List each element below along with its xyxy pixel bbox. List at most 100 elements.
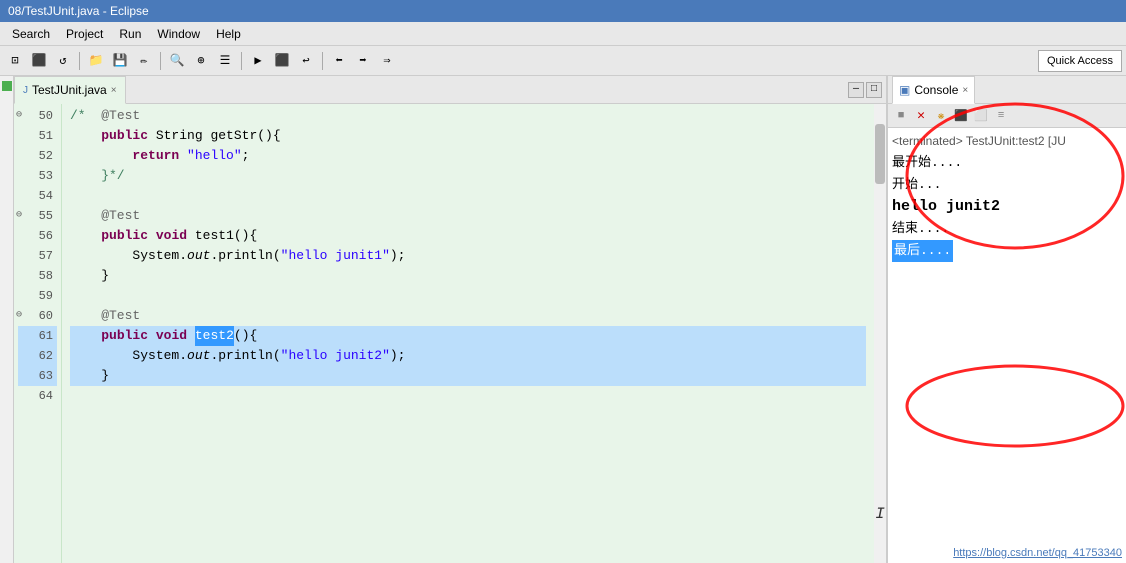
line-57: 57 <box>18 246 57 266</box>
console-text-highlighted: 最后.... <box>892 240 953 262</box>
line-62: 62 <box>18 346 57 366</box>
line-56: 56 <box>18 226 57 246</box>
toolbar-btn-6[interactable]: ✏ <box>133 50 155 72</box>
console-btn-clear[interactable]: ❋ <box>932 107 950 125</box>
menu-run[interactable]: Run <box>111 25 149 43</box>
code-line-56: public void test1(){ <box>70 226 866 246</box>
line-50: 50 <box>18 106 57 126</box>
console-line-5: 最后.... <box>892 240 1122 262</box>
code-line-62: System.out.println("hello junit2"); <box>70 346 866 366</box>
console-watermark: https://blog.csdn.net/qq_41753340 <box>953 547 1122 559</box>
console-text-3: hello junit2 <box>892 196 1000 218</box>
toolbar-sep-2 <box>160 52 161 70</box>
console-btn-menu[interactable]: ≡ <box>992 107 1010 125</box>
line-54: 54 <box>18 186 57 206</box>
code-line-59 <box>70 286 866 306</box>
console-btn-stop-bg[interactable]: ■ <box>892 107 910 125</box>
code-line-54 <box>70 186 866 206</box>
toolbar-btn-13[interactable]: ⬅ <box>328 50 350 72</box>
line-63: 63 <box>18 366 57 386</box>
toolbar-btn-8[interactable]: ⊕ <box>190 50 212 72</box>
toolbar-sep-1 <box>79 52 80 70</box>
console-line-4: 结束.... <box>892 218 1122 240</box>
code-line-58: } <box>70 266 866 286</box>
toolbar-btn-10[interactable]: ▶ <box>247 50 269 72</box>
console-tab-bar: ▣ Console × <box>888 76 1126 104</box>
toolbar-btn-15[interactable]: ⇒ <box>376 50 398 72</box>
code-area[interactable]: 50 51 52 53 54 55 56 57 58 59 60 61 62 6… <box>14 104 886 563</box>
code-line-53: }*/ <box>70 166 866 186</box>
line-53: 53 <box>18 166 57 186</box>
code-line-60: @Test <box>70 306 866 326</box>
code-line-50: /* @Test <box>70 106 866 126</box>
console-line-2: 开始... <box>892 174 1122 196</box>
editor-tab-bar: J TestJUnit.java × — □ <box>14 76 886 104</box>
toolbar: ⊡ ⬛ ↺ 📁 💾 ✏ 🔍 ⊕ ☰ ▶ ⬛ ↩ ⬅ ➡ ⇒ Quick Acce… <box>0 46 1126 76</box>
console-btn-copy[interactable]: ⬜ <box>972 107 990 125</box>
console-line-3: hello junit2 <box>892 196 1122 218</box>
quick-access-button[interactable]: Quick Access <box>1038 50 1122 72</box>
line-64: 64 <box>18 386 57 406</box>
editor-tab-label: TestJUnit.java <box>32 83 107 97</box>
toolbar-btn-4[interactable]: 📁 <box>85 50 107 72</box>
main-content: J TestJUnit.java × — □ 50 51 52 53 54 55… <box>0 76 1126 563</box>
editor-minimize-btn[interactable]: — <box>848 82 864 98</box>
toolbar-btn-12[interactable]: ↩ <box>295 50 317 72</box>
code-line-63: } <box>70 366 866 386</box>
line-52: 52 <box>18 146 57 166</box>
editor-panel: J TestJUnit.java × — □ 50 51 52 53 54 55… <box>14 76 886 563</box>
toolbar-btn-9[interactable]: ☰ <box>214 50 236 72</box>
cursor-indicator: I <box>875 505 885 523</box>
console-content: <terminated> TestJUnit:test2 [JU 最开始....… <box>888 128 1126 563</box>
toolbar-btn-7[interactable]: 🔍 <box>166 50 188 72</box>
console-panel: ▣ Console × ■ ✕ ❋ ⬛ ⬜ ≡ <terminated> Tes… <box>886 76 1126 563</box>
line-61: 61 <box>18 326 57 346</box>
console-line-terminated: <terminated> TestJUnit:test2 [JU <box>892 130 1122 152</box>
line-55: 55 <box>18 206 57 226</box>
console-btn-scroll[interactable]: ⬛ <box>952 107 970 125</box>
code-line-55: @Test <box>70 206 866 226</box>
console-line-1: 最开始.... <box>892 152 1122 174</box>
toolbar-btn-2[interactable]: ⬛ <box>28 50 50 72</box>
menu-window[interactable]: Window <box>149 25 208 43</box>
java-file-icon: J <box>23 85 28 96</box>
console-tab-icon: ▣ <box>899 83 910 97</box>
code-line-61: public void test2(){ <box>70 326 866 346</box>
code-line-64 <box>70 386 866 406</box>
editor-maximize-btn[interactable]: □ <box>866 82 882 98</box>
console-tab[interactable]: ▣ Console × <box>892 76 975 104</box>
line-58: 58 <box>18 266 57 286</box>
code-content[interactable]: /* @Test public String getStr(){ return … <box>62 104 874 563</box>
toolbar-btn-14[interactable]: ➡ <box>352 50 374 72</box>
console-text-2: 开始... <box>892 174 941 196</box>
toolbar-btn-11[interactable]: ⬛ <box>271 50 293 72</box>
code-line-52: return "hello"; <box>70 146 866 166</box>
console-tab-close[interactable]: × <box>962 85 968 96</box>
menu-help[interactable]: Help <box>208 25 249 43</box>
line-59: 59 <box>18 286 57 306</box>
terminated-text: <terminated> TestJUnit:test2 [JU <box>892 130 1066 152</box>
menu-bar: Search Project Run Window Help <box>0 22 1126 46</box>
toolbar-btn-5[interactable]: 💾 <box>109 50 131 72</box>
editor-scrollbar[interactable]: I <box>874 104 886 563</box>
scroll-thumb[interactable] <box>875 124 885 184</box>
code-line-57: System.out.println("hello junit1"); <box>70 246 866 266</box>
line-51: 51 <box>18 126 57 146</box>
toolbar-sep-4 <box>322 52 323 70</box>
title-bar: 08/TestJUnit.java - Eclipse <box>0 0 1126 22</box>
editor-tab[interactable]: J TestJUnit.java × <box>14 76 126 104</box>
console-text-1: 最开始.... <box>892 152 962 174</box>
editor-tab-close[interactable]: × <box>111 85 117 96</box>
line-60: 60 <box>18 306 57 326</box>
toolbar-btn-3[interactable]: ↺ <box>52 50 74 72</box>
left-gutter <box>0 76 14 563</box>
console-btn-terminate[interactable]: ✕ <box>912 107 930 125</box>
console-text-4: 结束.... <box>892 218 949 240</box>
menu-search[interactable]: Search <box>4 25 58 43</box>
toolbar-btn-1[interactable]: ⊡ <box>4 50 26 72</box>
menu-project[interactable]: Project <box>58 25 111 43</box>
console-tab-label: Console <box>914 83 958 97</box>
line-numbers: 50 51 52 53 54 55 56 57 58 59 60 61 62 6… <box>14 104 62 563</box>
code-line-51: public String getStr(){ <box>70 126 866 146</box>
console-toolbar: ■ ✕ ❋ ⬛ ⬜ ≡ <box>888 104 1126 128</box>
